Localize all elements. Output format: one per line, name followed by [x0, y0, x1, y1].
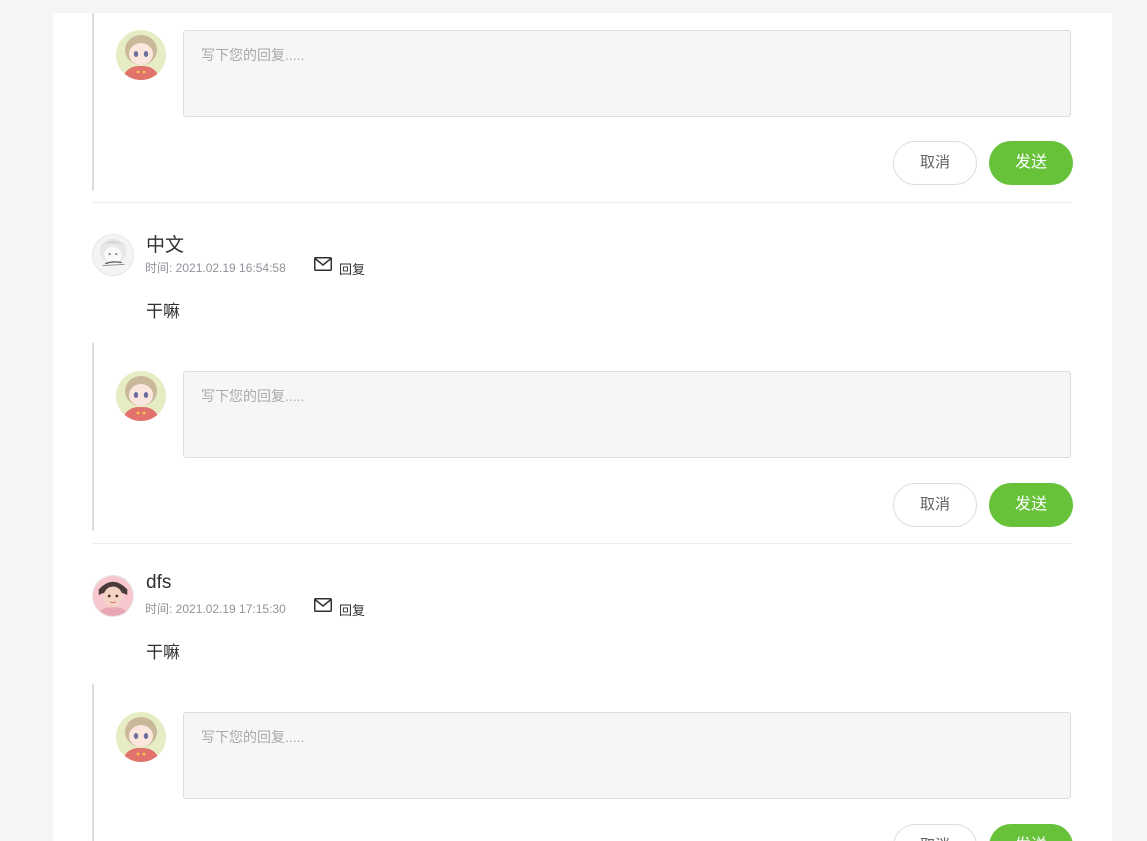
comment-content: 干嘛: [146, 643, 180, 662]
reply-link[interactable]: 回复: [339, 600, 365, 619]
reply-input[interactable]: [183, 30, 1071, 117]
reply-link[interactable]: 回复: [339, 259, 365, 278]
comment-divider: [92, 543, 1072, 544]
comments-card: 取消 发送 中文 时间: 2021.02.19 16:54:58 回复 干嘛 取…: [53, 13, 1112, 841]
current-user-avatar: [116, 30, 166, 80]
current-user-avatar: [116, 712, 166, 762]
current-user-avatar: [116, 371, 166, 421]
reply-form: 取消 发送: [92, 13, 1112, 191]
cancel-button[interactable]: 取消: [893, 141, 977, 185]
cancel-button[interactable]: 取消: [893, 824, 977, 841]
reply-input[interactable]: [183, 371, 1071, 458]
reply-input[interactable]: [183, 712, 1071, 799]
reply-form: 取消 发送: [92, 343, 1112, 531]
reply-indent-line: [92, 684, 94, 841]
envelope-icon[interactable]: [314, 257, 332, 271]
comment-username: 中文: [146, 235, 185, 256]
send-button[interactable]: 发送: [989, 483, 1073, 527]
comment-username: dfs: [146, 572, 172, 593]
comment-divider: [92, 202, 1072, 203]
comment-timestamp: 时间: 2021.02.19 17:15:30: [145, 602, 286, 616]
reply-form: 取消 发送: [92, 684, 1112, 841]
avatar: [92, 575, 134, 617]
comment-content: 干嘛: [146, 302, 180, 321]
send-button[interactable]: 发送: [989, 824, 1073, 841]
reply-indent-line: [92, 13, 94, 191]
reply-indent-line: [92, 343, 94, 531]
envelope-icon[interactable]: [314, 598, 332, 612]
comment-timestamp: 时间: 2021.02.19 16:54:58: [145, 261, 286, 275]
cancel-button[interactable]: 取消: [893, 483, 977, 527]
avatar: [92, 234, 134, 276]
send-button[interactable]: 发送: [989, 141, 1073, 185]
